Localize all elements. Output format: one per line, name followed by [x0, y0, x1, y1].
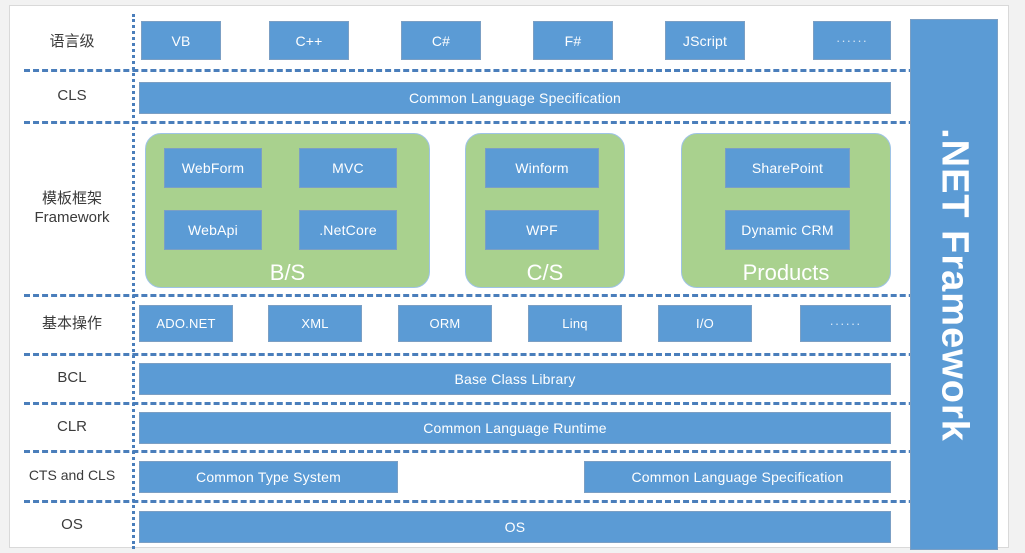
language-box-jscript[interactable]: JScript: [665, 21, 745, 60]
bcl-bar-base-class-library[interactable]: Base Class Library: [139, 363, 891, 395]
cls-bar-common-language-specification[interactable]: Common Language Specification: [139, 82, 891, 114]
language-box-fsharp-label: F#: [564, 32, 582, 49]
cts-bar-common-type-system[interactable]: Common Type System: [139, 461, 398, 493]
basic-op-box-ado-net-label: ADO.NET: [156, 316, 216, 331]
language-box-vb[interactable]: VB: [141, 21, 221, 60]
clr-bar-common-language-runtime[interactable]: Common Language Runtime: [139, 412, 891, 444]
os-bar[interactable]: OS: [139, 511, 891, 543]
basic-op-box-io-label: I/O: [696, 316, 714, 331]
bcl-bar-label: Base Class Library: [454, 371, 576, 387]
basic-op-box-linq-label: Linq: [562, 316, 588, 331]
row-label-cts-and-cls: CTS and CLS: [14, 450, 130, 500]
framework-box-wpf-label: WPF: [526, 222, 558, 238]
framework-box-webform[interactable]: WebForm: [164, 148, 262, 188]
cls-bar-label: Common Language Specification: [408, 90, 622, 106]
row-label-framework-text-en: Framework: [34, 208, 110, 226]
cls-bar-lower-label: Common Language Specification: [631, 469, 844, 485]
language-box-vb-label: VB: [171, 32, 191, 49]
framework-box-wpf[interactable]: WPF: [485, 210, 599, 250]
row-label-os: OS: [14, 500, 130, 549]
row-label-framework-text-cn: 模板框架: [41, 189, 102, 207]
framework-group-cs-label: C/S: [526, 260, 564, 285]
framework-group-bs-label: B/S: [269, 260, 306, 285]
row-separator-7: [24, 500, 996, 503]
row-label-basic-operations-text: 基本操作: [41, 315, 102, 332]
label-column-divider: [132, 14, 135, 549]
framework-group-products[interactable]: SharePoint Dynamic CRM Products: [681, 133, 891, 288]
row-label-cts-and-cls-text: CTS and CLS: [28, 466, 116, 483]
row-separator-1: [24, 69, 996, 72]
basic-op-box-more[interactable]: ······: [800, 305, 891, 342]
language-box-more[interactable]: ······: [813, 21, 891, 60]
os-bar-label: OS: [504, 519, 526, 535]
row-separator-3: [24, 294, 996, 297]
cts-bar-label: Common Type System: [196, 469, 341, 485]
row-label-cls-text: CLS: [57, 86, 87, 104]
clr-bar-label: Common Language Runtime: [423, 420, 607, 436]
language-box-cpp-label: C++: [295, 32, 323, 49]
framework-group-cs[interactable]: Winform WPF C/S: [465, 133, 625, 288]
language-box-csharp[interactable]: C#: [401, 21, 481, 60]
language-box-csharp-label: C#: [431, 32, 451, 49]
framework-box-winform[interactable]: Winform: [485, 148, 599, 188]
framework-box-mvc[interactable]: MVC: [299, 148, 397, 188]
framework-box-sharepoint[interactable]: SharePoint: [725, 148, 850, 188]
net-framework-bar[interactable]: .NET Framework: [910, 19, 998, 550]
row-separator-5: [24, 402, 996, 405]
row-separator-2: [24, 121, 996, 124]
row-label-basic-operations: 基本操作: [14, 294, 130, 353]
framework-box-mvc-label: MVC: [332, 160, 364, 176]
framework-group-products-label: Products: [742, 260, 830, 285]
basic-op-box-more-label: ······: [829, 316, 862, 331]
basic-op-box-io[interactable]: I/O: [658, 305, 752, 342]
row-label-clr-text: CLR: [56, 417, 87, 435]
language-box-jscript-label: JScript: [682, 32, 728, 49]
row-label-cls: CLS: [14, 69, 130, 121]
basic-op-box-orm[interactable]: ORM: [398, 305, 492, 342]
language-box-fsharp[interactable]: F#: [533, 21, 613, 60]
row-separator-4: [24, 353, 996, 356]
cls-bar-common-language-specification-lower[interactable]: Common Language Specification: [584, 461, 891, 493]
row-label-language-text: 语言级: [49, 33, 95, 50]
framework-box-sharepoint-label: SharePoint: [751, 160, 824, 176]
language-box-more-label: ······: [836, 33, 868, 48]
row-label-bcl: BCL: [14, 353, 130, 402]
diagram-page: 语言级 CLS 模板框架 Framework 基本操作 BCL CLR CTS …: [9, 5, 1009, 550]
net-framework-bar-label: .NET Framework: [933, 127, 976, 442]
framework-box-netcore[interactable]: .NetCore: [299, 210, 397, 250]
basic-op-box-orm-label: ORM: [429, 316, 461, 331]
language-box-cpp[interactable]: C++: [269, 21, 349, 60]
diagram-canvas: 语言级 CLS 模板框架 Framework 基本操作 BCL CLR CTS …: [0, 0, 1025, 553]
row-label-framework: 模板框架 Framework: [14, 121, 130, 294]
framework-box-dynamic-crm-label: Dynamic CRM: [741, 222, 834, 238]
row-label-clr: CLR: [14, 402, 130, 450]
row-label-os-text: OS: [61, 516, 83, 533]
basic-op-box-linq[interactable]: Linq: [528, 305, 622, 342]
framework-box-dynamic-crm[interactable]: Dynamic CRM: [725, 210, 850, 250]
framework-box-webapi[interactable]: WebApi: [164, 210, 262, 250]
basic-op-box-ado-net[interactable]: ADO.NET: [139, 305, 233, 342]
framework-box-webapi-label: WebApi: [188, 222, 238, 238]
basic-op-box-xml-label: XML: [301, 316, 329, 331]
row-separator-6: [24, 450, 996, 453]
framework-box-webform-label: WebForm: [181, 160, 245, 176]
framework-box-netcore-label: .NetCore: [319, 222, 377, 238]
basic-op-box-xml[interactable]: XML: [268, 305, 362, 342]
framework-box-winform-label: Winform: [515, 160, 569, 176]
framework-group-bs[interactable]: WebForm MVC WebApi .NetCore B/S: [145, 133, 430, 288]
row-label-language: 语言级: [14, 14, 130, 69]
row-label-bcl-text: BCL: [57, 369, 87, 386]
